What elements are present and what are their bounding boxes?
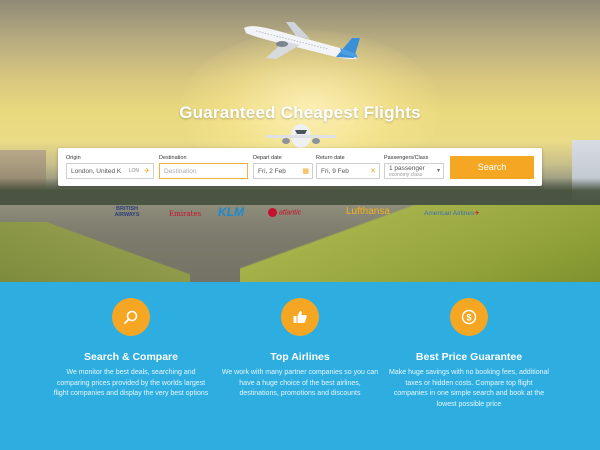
return-date-input[interactable]: Fri, 9 Feb ✕	[316, 163, 380, 179]
clear-icon[interactable]: ✕	[370, 167, 376, 175]
destination-input[interactable]: Destination	[159, 163, 248, 179]
plane-icon: ✈	[144, 168, 150, 175]
american-airlines-logo: American Airlines✈	[424, 209, 480, 217]
origin-value: London, United K	[71, 168, 122, 175]
dollar-icon: $	[450, 298, 488, 336]
origin-code: LON	[128, 168, 139, 174]
calendar-icon: ▦	[302, 168, 309, 175]
return-date-label: Return date	[316, 155, 345, 161]
hero-banner: Guaranteed Cheapest Flights Origin Londo…	[0, 0, 600, 282]
origin-label: Origin	[66, 155, 81, 161]
search-icon	[112, 298, 150, 336]
depart-date-input[interactable]: Fri, 2 Feb ▦	[253, 163, 313, 179]
passengers-value: 1 passenger	[389, 165, 425, 172]
airplane-image	[266, 124, 336, 148]
feature-title: Search & Compare	[84, 351, 178, 363]
depart-date-label: Depart date	[253, 155, 282, 161]
chevron-down-icon: ▾	[436, 168, 440, 174]
virgin-atlantic-text: atlantic	[279, 209, 302, 217]
origin-input[interactable]: London, United K LON ✈	[66, 163, 154, 179]
grass-field	[0, 222, 190, 282]
feature-title: Top Airlines	[270, 351, 330, 363]
depart-date-value: Fri, 2 Feb	[258, 168, 286, 175]
feature-description: We monitor the best deals, searching and…	[53, 369, 209, 397]
lufthansa-logo: Lufthansa	[346, 206, 390, 217]
airplane-image	[244, 22, 360, 60]
svg-text:$: $	[466, 313, 471, 323]
return-date-value: Fri, 9 Feb	[321, 168, 349, 175]
destination-label: Destination	[159, 155, 187, 161]
passengers-select[interactable]: 1 passenger economy class ▾	[384, 163, 444, 179]
emirates-logo: Emirates	[169, 210, 202, 218]
flight-search-form: Origin London, United K LON ✈ Destinatio…	[58, 148, 542, 186]
virgin-icon	[268, 208, 277, 217]
british-airways-logo: BRITISH AIRWAYS	[114, 206, 140, 218]
american-airlines-text: American Airlines	[424, 210, 475, 217]
tail-icon: ✈	[474, 210, 480, 217]
klm-logo: KLM	[218, 205, 244, 219]
feature-title: Best Price Guarantee	[415, 351, 523, 363]
features-section: Search & Compare We monitor the best dea…	[0, 282, 600, 450]
passengers-label: Passengers/Class	[384, 155, 429, 161]
thumbs-up-icon	[281, 298, 319, 336]
feature-description: We work with many partner companies so y…	[221, 369, 379, 397]
feature-description: Make huge savings with no booking fees, …	[389, 369, 549, 408]
cabin-class-value: economy class	[389, 172, 423, 178]
search-button[interactable]: Search	[450, 156, 534, 179]
virgin-atlantic-logo: atlantic	[268, 208, 301, 217]
hero-title: Guaranteed Cheapest Flights	[179, 103, 421, 122]
